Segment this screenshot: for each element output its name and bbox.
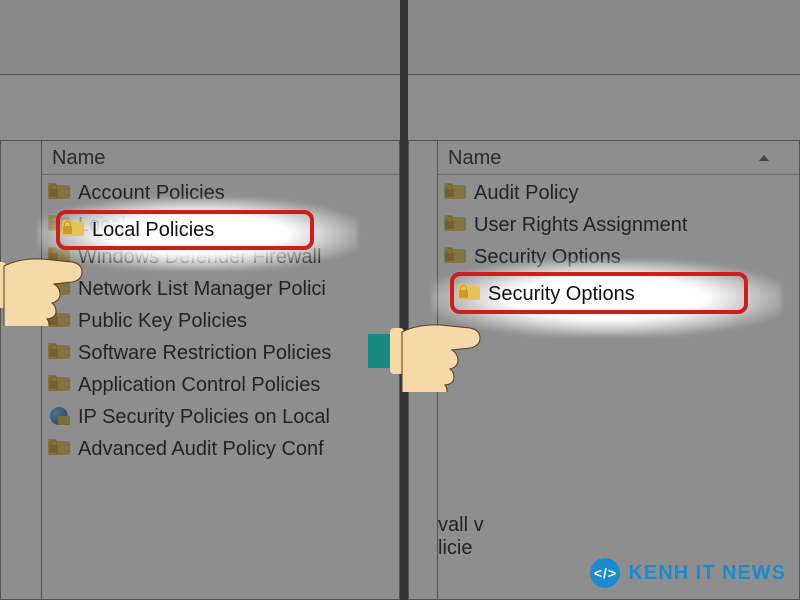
- folder-lock-icon: [48, 439, 72, 459]
- pointing-hand-icon: [0, 206, 90, 326]
- column-header-name[interactable]: Name: [438, 141, 799, 175]
- policy-row[interactable]: User Rights Assignment: [438, 209, 799, 241]
- tutorial-canvas: Name Account Policies Local Policies Windo…: [0, 0, 800, 600]
- watermark-logo-icon: </>: [590, 558, 620, 588]
- policy-row[interactable]: Audit Policy: [438, 177, 799, 209]
- policy-row-label: IP Security Policies on Local: [78, 406, 330, 429]
- column-header-name[interactable]: Name: [42, 141, 399, 175]
- folder-lock-icon: [444, 247, 468, 267]
- policy-row[interactable]: Application Control Policies: [42, 369, 399, 401]
- policy-row-label: Security Options: [474, 246, 621, 269]
- folder-lock-icon: [48, 343, 72, 363]
- folder-lock-icon: [444, 183, 468, 203]
- policy-row[interactable]: Network List Manager Polici: [42, 273, 399, 305]
- policy-row-label: Account Policies: [78, 182, 225, 205]
- folder-lock-icon: [444, 215, 468, 235]
- policy-row[interactable]: Security Options: [438, 241, 799, 273]
- policy-row-label: Application Control Policies: [78, 374, 320, 397]
- column-header-label: Name: [52, 147, 105, 169]
- policy-row-label: Audit Policy: [474, 182, 579, 205]
- policy-row[interactable]: Public Key Policies: [42, 305, 399, 337]
- policy-list-panel: Name Account Policies Local Policies Windo…: [42, 140, 400, 600]
- folder-lock-icon: [48, 375, 72, 395]
- pointing-hand-icon: [368, 272, 488, 392]
- window-top-band: [408, 0, 800, 75]
- watermark-text: KENH IT NEWS: [628, 562, 786, 585]
- highlighted-row-label: Security Options: [488, 283, 635, 306]
- policy-row-label: Software Restriction Policies: [78, 342, 331, 365]
- policy-row-label: Advanced Audit Policy Conf: [78, 438, 324, 461]
- column-header-label: Name: [448, 147, 501, 169]
- folder-lock-icon: [48, 183, 72, 203]
- clipped-text-peek: vall v licie: [438, 514, 484, 560]
- globe-server-icon: [48, 407, 72, 427]
- policy-items-right: Audit Policy User Rights Assignment Securi…: [438, 175, 799, 273]
- window-top-band: [0, 0, 400, 75]
- policy-row-label: Public Key Policies: [78, 310, 247, 333]
- policy-row[interactable]: Software Restriction Policies: [42, 337, 399, 369]
- sort-caret-icon: [759, 155, 769, 161]
- highlighted-row-label: Local Policies: [92, 219, 214, 242]
- policy-row-label: Network List Manager Polici: [78, 278, 326, 301]
- policy-row[interactable]: Advanced Audit Policy Conf: [42, 433, 399, 465]
- policy-row[interactable]: IP Security Policies on Local: [42, 401, 399, 433]
- policy-row-label: User Rights Assignment: [474, 214, 687, 237]
- watermark: </> KENH IT NEWS: [590, 558, 786, 588]
- policy-row[interactable]: Account Policies: [42, 177, 399, 209]
- policy-list-panel: Name Audit Policy User Rights Assignment S…: [438, 140, 800, 600]
- policy-row-label: Windows Defender Firewall: [78, 246, 321, 269]
